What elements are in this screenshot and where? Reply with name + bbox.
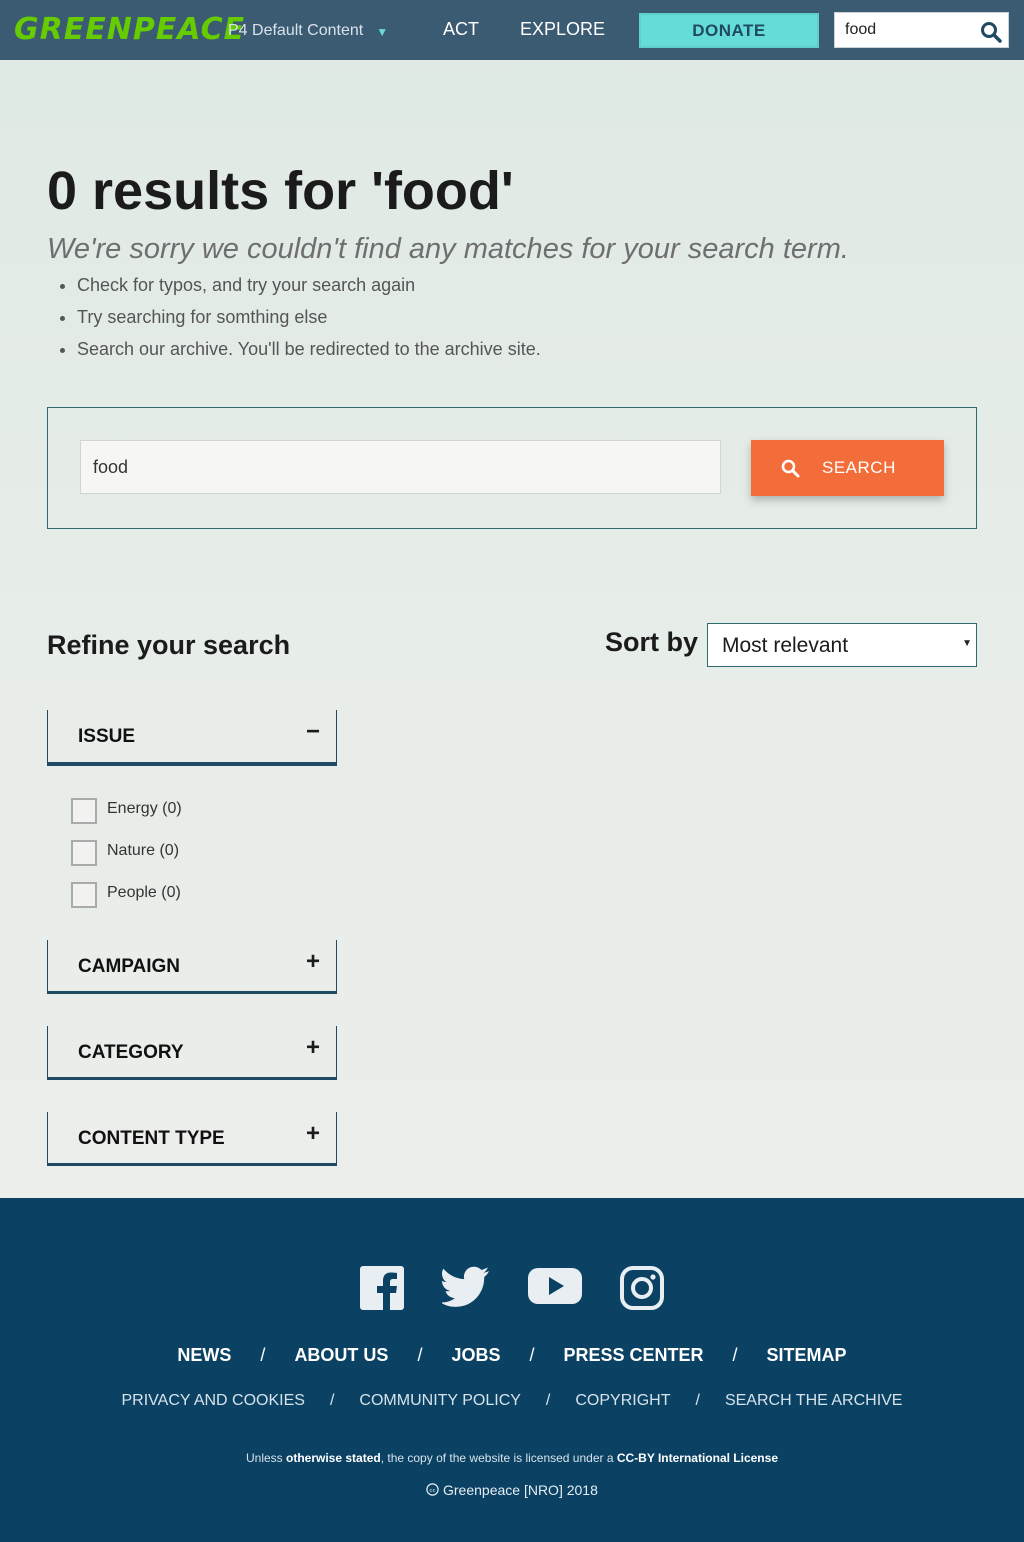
footer-link-privacy[interactable]: PRIVACY AND COOKIES [122,1391,305,1411]
donate-button[interactable]: DONATE [639,13,819,48]
filter-option-label: Energy (0) [107,800,182,817]
footer-link-sitemap[interactable]: SITEMAP [767,1344,847,1366]
search-button-label: SEARCH [822,458,896,477]
nav-act-link[interactable]: ACT [443,18,479,40]
site-selector-dropdown[interactable]: P4 Default Content ▼ [228,20,388,42]
caret-down-icon: ▼ [376,25,389,39]
copyright-text: Greenpeace [NRO] 2018 [443,1482,598,1498]
sort-select[interactable]: Most relevant ▼ [707,623,977,667]
footer-link-copyright[interactable]: COPYRIGHT [575,1391,670,1411]
no-results-message: We're sorry we couldn't find any matches… [47,233,849,265]
creative-commons-icon: cc [426,1482,443,1498]
checkbox[interactable] [71,840,97,866]
search-panel: SEARCH [47,407,977,529]
footer-link-news[interactable]: NEWS [177,1344,231,1366]
footer-link-search-archive[interactable]: SEARCH THE ARCHIVE [725,1391,903,1411]
footer-link-about-us[interactable]: ABOUT US [294,1344,388,1366]
copyright-line: cc Greenpeace [NRO] 2018 [0,1481,1024,1499]
caret-down-icon: ▼ [962,638,972,649]
search-tip: Try searching for somthing else [77,301,541,333]
refine-title: Refine your search [47,630,291,660]
greenpeace-logo[interactable]: GREENPEACE [14,12,245,48]
filter-option-energy[interactable]: Energy (0) [71,796,182,838]
cc-by-license-link[interactable]: CC-BY International License [617,1451,778,1465]
header-search-input[interactable] [845,20,975,40]
filter-title: ISSUE [78,726,136,747]
filter-option-label: People (0) [107,884,181,901]
filter-title: CAMPAIGN [78,956,181,977]
checkbox[interactable] [71,882,97,908]
filter-option-label: Nature (0) [107,842,180,859]
results-title: 0 results for 'food' [47,161,514,221]
site-selector-label: P4 Default Content [228,22,364,39]
filter-issue-toggle[interactable]: ISSUE − [47,710,337,766]
site-footer: NEWS / ABOUT US / JOBS / PRESS CENTER / … [0,1198,1024,1542]
filter-option-people[interactable]: People (0) [71,880,182,922]
search-tip: Check for typos, and try your search aga… [77,269,541,301]
sort-select-value: Most relevant [722,634,849,657]
footer-secondary-nav: PRIVACY AND COOKIES / COMMUNITY POLICY /… [121,1391,903,1411]
filter-option-nature[interactable]: Nature (0) [71,838,182,880]
plus-icon: + [305,948,320,975]
otherwise-stated-link[interactable]: otherwise stated [286,1451,381,1465]
site-header: GREENPEACE P4 Default Content ▼ ACT EXPL… [0,0,1024,60]
svg-text:cc: cc [430,1488,436,1494]
search-tip: Search our archive. You'll be redirected… [77,333,541,365]
checkbox[interactable] [71,798,97,824]
footer-link-press-center[interactable]: PRESS CENTER [564,1344,704,1366]
youtube-icon[interactable] [528,1266,582,1311]
minus-icon: − [305,718,320,745]
plus-icon: + [305,1034,320,1061]
filter-campaign-toggle[interactable]: CAMPAIGN + [47,940,337,994]
search-tips-list: Check for typos, and try your search aga… [77,269,541,365]
search-icon [781,459,800,483]
search-button[interactable]: SEARCH [751,440,944,496]
footer-primary-nav: NEWS / ABOUT US / JOBS / PRESS CENTER / … [177,1344,847,1366]
twitter-icon[interactable] [440,1266,490,1313]
filter-title: CONTENT TYPE [78,1128,225,1149]
sort-label: Sort by [605,627,699,657]
instagram-icon[interactable] [620,1266,664,1315]
search-field [80,440,721,494]
filter-content-type-toggle[interactable]: CONTENT TYPE + [47,1112,337,1166]
search-input[interactable] [93,456,693,478]
issue-options: Energy (0) Nature (0) People (0) [71,796,182,922]
filter-title: CATEGORY [78,1042,184,1063]
header-search-box [834,12,1009,48]
nav-explore-link[interactable]: EXPLORE [520,18,605,40]
license-text: Unless otherwise stated, the copy of the… [245,1451,778,1465]
plus-icon: + [305,1120,320,1147]
filter-category-toggle[interactable]: CATEGORY + [47,1026,337,1080]
facebook-icon[interactable] [360,1266,404,1315]
search-icon[interactable] [980,21,1002,48]
footer-link-community-policy[interactable]: COMMUNITY POLICY [359,1391,521,1411]
social-links [0,1266,1024,1314]
footer-link-jobs[interactable]: JOBS [451,1344,500,1366]
